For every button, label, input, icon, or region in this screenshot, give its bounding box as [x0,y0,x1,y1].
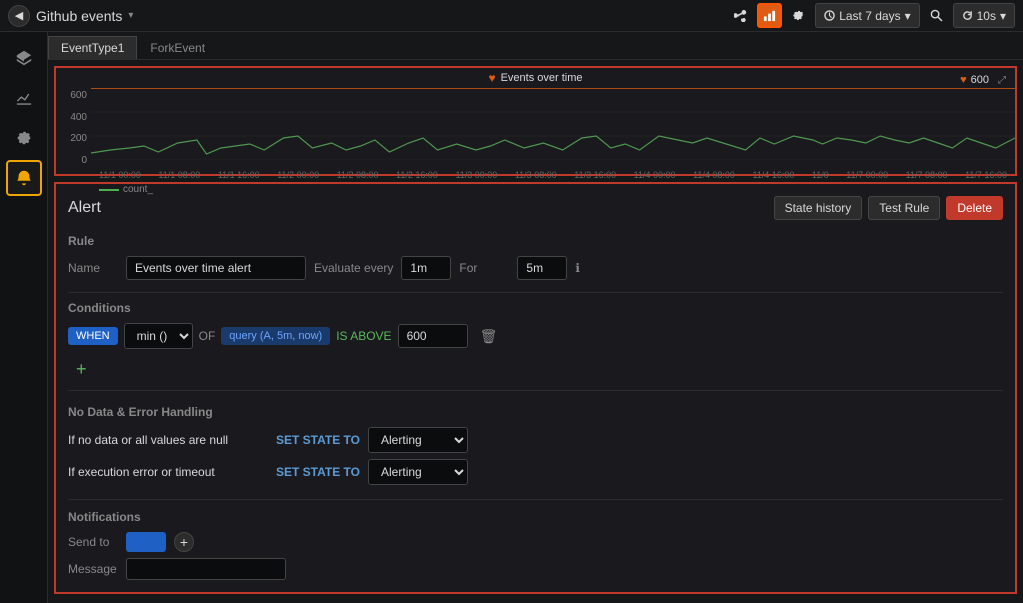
no-data-section: No Data & Error Handling If no data or a… [68,405,1003,485]
add-condition-row: + [68,357,1003,382]
name-label: Name [68,261,118,275]
delete-condition-button[interactable]: 🗑 [474,325,504,348]
time-range-button[interactable]: Last 7 days ▾ [815,3,919,28]
no-data-section-label: No Data & Error Handling [68,405,1003,419]
threshold-input[interactable] [398,324,468,348]
y-label-0: 0 [60,155,87,166]
alert-panel: Alert State history Test Rule Delete Rul… [54,182,1017,594]
function-select[interactable]: min () [124,323,193,349]
title-dropdown-arrow[interactable]: ▾ [128,10,133,21]
chart-expand-button[interactable]: ⤢ [993,71,1011,89]
chart-top-right: ♥ 600 ⤢ [960,71,1011,89]
state-history-button[interactable]: State history [774,196,863,220]
sidebar-item-chart[interactable] [6,80,42,116]
y-label-400: 400 [60,112,87,123]
of-label: OF [199,329,216,343]
graph-button[interactable] [757,3,782,28]
alert-header: Alert State history Test Rule Delete [68,196,1003,220]
chart-panel: ♥ Events over time ♥ 600 ⤢ 600 400 200 0 [54,66,1017,176]
time-range-label: Last 7 days [839,9,900,23]
sidebar [0,32,48,603]
top-bar: ◀ Github events ▾ Last 7 days ▾ 10s ▾ [0,0,1023,32]
rule-row: Name Evaluate every For ℹ [68,256,1003,280]
search-button[interactable] [924,3,949,28]
test-rule-button[interactable]: Test Rule [868,196,940,220]
content-area: EventType1 ForkEvent ♥ Events over time … [48,32,1023,603]
null-state-select[interactable]: Alerting [368,427,468,453]
refresh-label: 10s [977,9,996,23]
dashboard-title: Github events [36,8,122,24]
add-condition-button[interactable]: + [68,357,95,382]
sidebar-item-settings[interactable] [6,120,42,156]
heart-icon: ♥ [488,71,495,85]
chart-title-text: Events over time [501,72,583,84]
legend-line-icon [99,189,119,191]
add-channel-button[interactable]: + [174,532,194,552]
chart-body: 600 400 200 0 [56,88,1015,168]
chart-x-labels: 11/1 00:00 11/1 08:00 11/1 16:00 11/2 00… [56,168,1015,182]
settings-button[interactable] [786,3,811,28]
tab-forkevent[interactable]: ForkEvent [137,36,218,59]
share-button[interactable] [728,3,753,28]
for-input[interactable] [517,256,567,280]
legend-label: count_ [123,184,153,195]
sidebar-item-layers[interactable] [6,40,42,76]
sidebar-item-alerts[interactable] [6,160,42,196]
query-tag: query (A, 5m, now) [221,327,330,345]
y-label-600: 600 [60,90,87,101]
y-label-200: 200 [60,133,87,144]
back-button[interactable]: ◀ [8,5,30,27]
y-axis: 600 400 200 0 [56,88,91,168]
error-data-label: If execution error or timeout [68,465,268,479]
chart-legend: count_ [56,182,1015,197]
chart-title-group: ♥ Events over time [488,71,582,85]
chart-svg [91,88,1015,160]
rule-section-label: Rule [68,234,1003,248]
chart-main [91,88,1015,168]
alert-header-buttons: State history Test Rule Delete [774,196,1003,220]
notifications-section-label: Notifications [68,510,1003,524]
conditions-section-label: Conditions [68,301,1003,315]
conditions-divider [68,390,1003,391]
evaluate-every-input[interactable] [401,256,451,280]
top-bar-right: Last 7 days ▾ 10s ▾ [728,3,1015,28]
conditions-row: WHEN min () OF query (A, 5m, now) IS ABO… [68,323,1003,349]
evaluate-label: Evaluate every [314,261,393,275]
is-above-label: IS ABOVE [336,329,391,343]
error-data-row: If execution error or timeout SET STATE … [68,459,1003,485]
null-data-row: If no data or all values are null SET ST… [68,427,1003,453]
top-bar-left: ◀ Github events ▾ [8,5,728,27]
error-state-select[interactable]: Alerting [368,459,468,485]
message-row: Message [68,558,1003,580]
message-input[interactable] [126,558,286,580]
send-to-row: Send to + [68,532,1003,552]
chart-header: ♥ Events over time ♥ 600 ⤢ [56,68,1015,88]
null-set-state-label: SET STATE TO [276,433,360,447]
when-badge: WHEN [68,327,118,345]
delete-button[interactable]: Delete [946,196,1003,220]
info-icon: ℹ [575,261,580,275]
rule-name-input[interactable] [126,256,306,280]
channel-tag [126,532,166,552]
for-label: For [459,261,509,275]
refresh-button[interactable]: 10s ▾ [953,3,1015,28]
alert-panel-title: Alert [68,199,101,217]
chart-value: 600 [971,74,989,86]
tabs-row: EventType1 ForkEvent [48,32,1023,60]
send-to-label: Send to [68,535,118,549]
tab-eventtype1[interactable]: EventType1 [48,36,137,59]
main-content: EventType1 ForkEvent ♥ Events over time … [0,32,1023,603]
error-set-state-label: SET STATE TO [276,465,360,479]
message-label: Message [68,562,118,576]
notifications-section: Notifications Send to + Message [68,499,1003,580]
null-data-label: If no data or all values are null [68,433,268,447]
rule-divider [68,292,1003,293]
value-dot-icon: ♥ [960,74,967,86]
